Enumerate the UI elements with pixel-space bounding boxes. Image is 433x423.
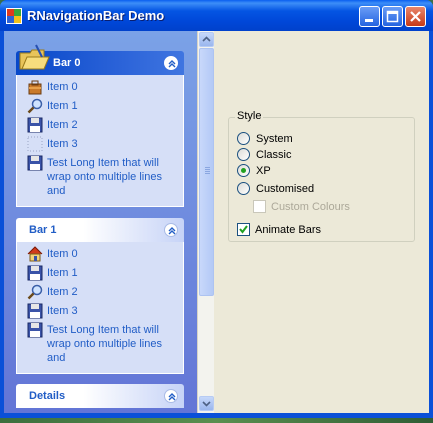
chevron-up-icon[interactable] — [164, 389, 178, 403]
nav-item[interactable]: Item 2 — [27, 284, 183, 303]
vertical-scrollbar[interactable] — [197, 31, 214, 413]
nav-item-label: Item 2 — [47, 286, 78, 298]
close-button[interactable] — [405, 6, 426, 27]
minimize-button[interactable] — [359, 6, 380, 27]
radio-label: XP — [256, 164, 271, 177]
desktop-background — [0, 418, 433, 423]
nav-item-label: Item 0 — [47, 248, 78, 260]
nav-group-header[interactable]: Bar 1 — [16, 218, 184, 242]
magnifier-icon — [27, 98, 43, 114]
nav-group-header[interactable]: Bar 0 — [16, 44, 184, 75]
radio-customised[interactable]: Customised — [237, 182, 314, 195]
radio-system[interactable]: System — [237, 132, 293, 145]
window-title: RNavigationBar Demo — [27, 8, 165, 23]
radio-classic[interactable]: Classic — [237, 148, 291, 161]
scroll-down-button[interactable] — [199, 396, 214, 411]
navigation-bar: Bar 0 Item 0 Item 1 Item 2 Item 3 Test L… — [4, 31, 197, 413]
radio-button[interactable] — [237, 148, 250, 161]
radio-button[interactable] — [237, 132, 250, 145]
nav-item-label: Item 3 — [47, 138, 78, 150]
folder-icon — [19, 44, 50, 70]
maximize-button[interactable] — [382, 6, 403, 27]
checkbox-label: Custom Colours — [271, 200, 350, 213]
magnifier-icon — [27, 284, 43, 300]
nav-item[interactable]: Test Long Item that will wrap onto multi… — [27, 155, 183, 198]
app-window-icon — [6, 8, 22, 24]
checkbox[interactable] — [237, 223, 250, 236]
floppy-disk-icon — [27, 155, 43, 171]
nav-item[interactable]: Item 1 — [27, 265, 183, 284]
nav-item[interactable]: Item 0 — [27, 246, 183, 265]
checkbox[interactable] — [253, 200, 266, 213]
floppy-disk-icon — [27, 322, 43, 338]
blank-icon — [27, 136, 43, 152]
checkmark-icon — [239, 225, 248, 234]
nav-item-label: Item 2 — [47, 119, 78, 131]
floppy-disk-icon — [27, 303, 43, 319]
nav-group-title: Details — [29, 390, 66, 402]
floppy-disk-icon — [27, 265, 43, 281]
checkbox-label: Animate Bars — [255, 223, 322, 236]
title-bar[interactable]: RNavigationBar Demo — [0, 0, 433, 31]
animate-bars-checkbox[interactable]: Animate Bars — [237, 223, 321, 236]
nav-group-body: Item 0 Item 1 Item 2 Item 3 Test Long It… — [16, 75, 184, 207]
radio-label: System — [256, 132, 293, 145]
minimize-icon — [365, 19, 373, 22]
nav-item-label: Item 1 — [47, 267, 78, 279]
chevron-down-icon — [202, 401, 211, 407]
radio-label: Customised — [256, 182, 315, 195]
radio-button[interactable] — [237, 164, 250, 177]
nav-group-bar-0: Bar 0 Item 0 Item 1 Item 2 Item 3 Test L… — [16, 44, 184, 207]
scroll-up-button[interactable] — [199, 32, 214, 47]
close-icon — [410, 11, 421, 22]
app-window: RNavigationBar Demo Bar 0 Item 0 Item 1 … — [0, 0, 433, 418]
nav-item-label: Item 3 — [47, 305, 78, 317]
nav-item-label: Item 0 — [47, 81, 78, 93]
nav-item[interactable]: Item 0 — [27, 79, 183, 98]
radio-label: Classic — [256, 148, 292, 161]
style-groupbox-legend: Style — [235, 110, 264, 122]
nav-group-details: Details — [16, 384, 184, 408]
nav-item[interactable]: Item 3 — [27, 303, 183, 322]
scroll-thumb[interactable] — [199, 48, 214, 296]
nav-group-body: Item 0 Item 1 Item 2 Item 3 Test Long It… — [16, 242, 184, 374]
nav-item-label: Test Long Item that will wrap onto multi… — [47, 157, 162, 197]
nav-item[interactable]: Item 1 — [27, 98, 183, 117]
nav-item-label: Test Long Item that will wrap onto multi… — [47, 324, 162, 364]
custom-colours-checkbox[interactable]: Custom Colours — [253, 200, 350, 213]
chevron-up-icon[interactable] — [164, 56, 178, 70]
nav-group-title: Bar 1 — [29, 224, 57, 236]
nav-group-header[interactable]: Details — [16, 384, 184, 408]
maximize-icon — [386, 10, 399, 23]
nav-item-label: Item 1 — [47, 100, 78, 112]
bag-icon — [28, 80, 42, 95]
radio-xp[interactable]: XP — [237, 164, 271, 177]
nav-item[interactable]: Item 3 — [27, 136, 183, 155]
home-icon — [27, 246, 43, 262]
nav-group-bar-1: Bar 1 Item 0 Item 1 Item 2 Item 3 Test L… — [16, 218, 184, 374]
nav-group-title: Bar 0 — [53, 57, 81, 69]
radio-button[interactable] — [237, 182, 250, 195]
floppy-disk-icon — [27, 117, 43, 133]
nav-item[interactable]: Item 2 — [27, 117, 183, 136]
chevron-up-icon[interactable] — [164, 223, 178, 237]
chevron-up-icon — [202, 36, 211, 42]
client-area: Bar 0 Item 0 Item 1 Item 2 Item 3 Test L… — [4, 31, 429, 413]
style-groupbox: Style System Classic XP Customised Custo… — [228, 110, 415, 242]
nav-item[interactable]: Test Long Item that will wrap onto multi… — [27, 322, 183, 365]
